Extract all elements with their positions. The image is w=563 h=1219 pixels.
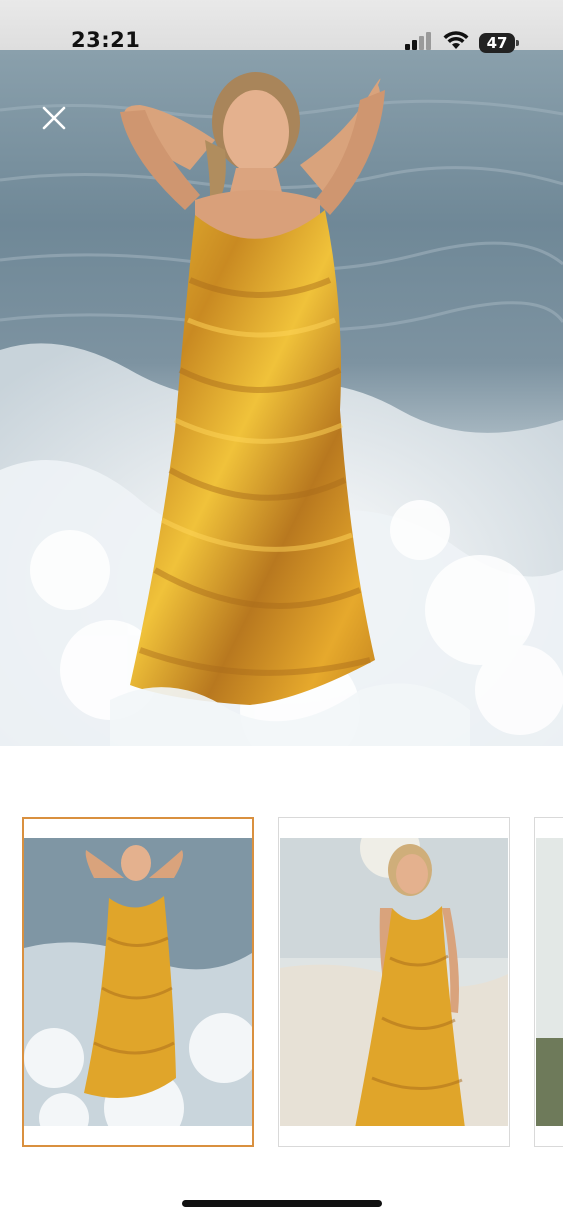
- signal-bars-icon: [405, 31, 433, 55]
- status-icons: 47: [405, 31, 519, 55]
- main-photo: [0, 50, 563, 746]
- status-time: 23:21: [71, 28, 141, 52]
- thumbnail-image: [280, 838, 508, 1126]
- thumbnail-image: [24, 838, 252, 1126]
- home-indicator[interactable]: [182, 1200, 382, 1207]
- battery-icon: 47: [479, 33, 519, 53]
- close-icon[interactable]: [38, 102, 70, 134]
- wifi-icon: [443, 31, 469, 55]
- close-button[interactable]: [38, 102, 70, 134]
- thumbnail-2[interactable]: [278, 817, 510, 1147]
- thumbnail-3[interactable]: [534, 817, 563, 1147]
- main-photo-illustration: [0, 72, 563, 746]
- thumbnail-image: [536, 838, 563, 1126]
- status-bar: 23:21 47: [0, 0, 563, 53]
- thumbnail-strip[interactable]: [0, 817, 563, 1149]
- thumbnail-1[interactable]: [22, 817, 254, 1147]
